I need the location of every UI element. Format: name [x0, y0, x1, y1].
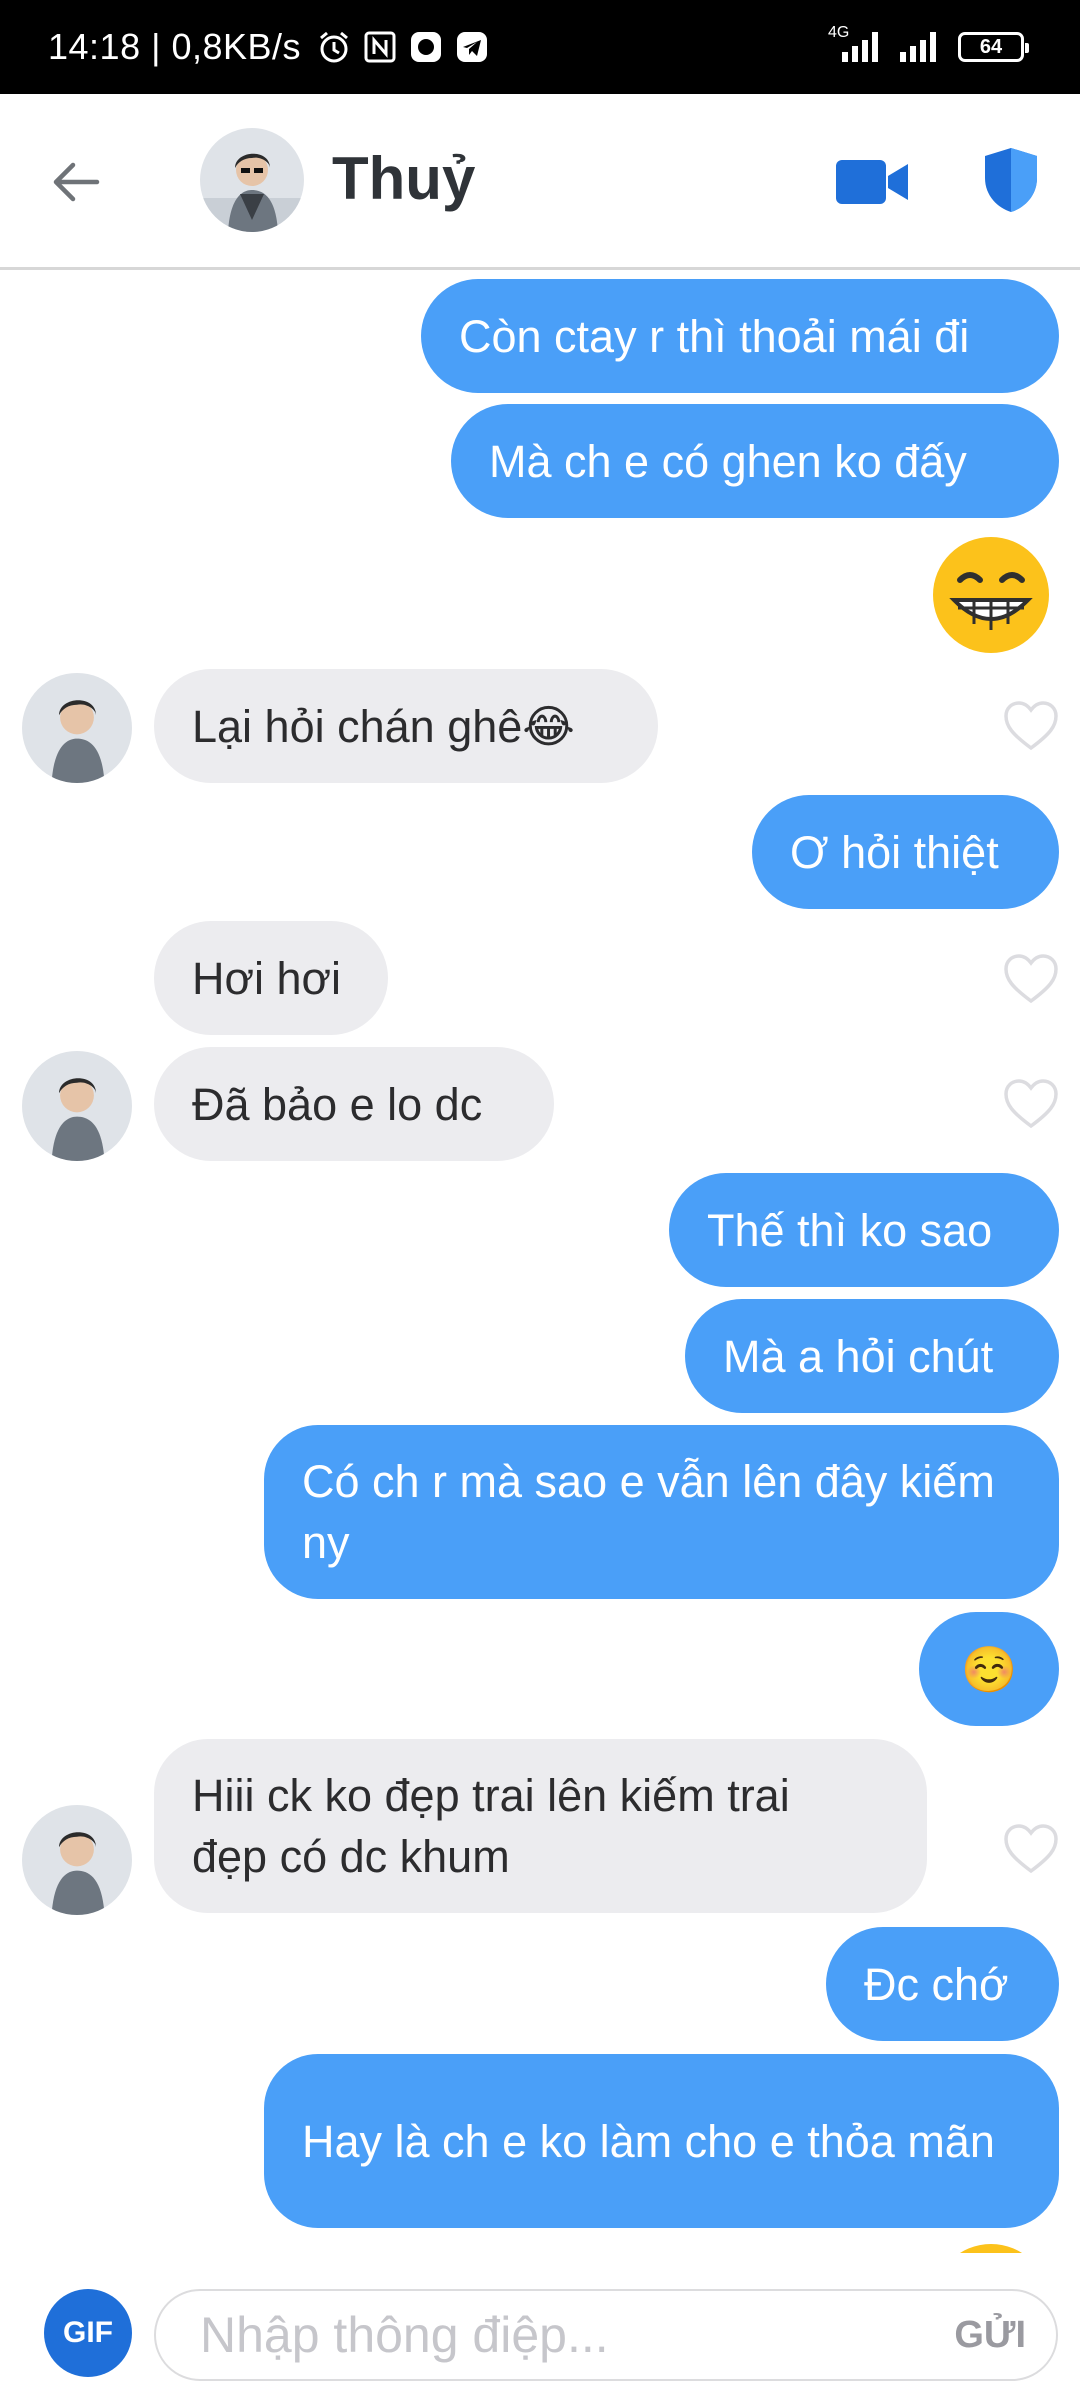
message-composer: GIF Nhập thông điệp... GỬI: [0, 2253, 1080, 2400]
message-bubble-sent[interactable]: ☺️: [919, 1612, 1059, 1726]
video-camera-icon: [836, 160, 908, 204]
network-label: 4G: [828, 24, 850, 41]
message-text: Hay là ch e ko làm cho e thỏa mãn: [302, 2115, 995, 2167]
nfc-icon: [364, 31, 396, 63]
status-time-speed: 14:18 | 0,8KB/s: [48, 26, 302, 67]
message-text: Lại hỏi chán ghê😂: [192, 700, 575, 752]
message-list[interactable]: Còn ctay r thì thoải mái đi Mà ch e có g…: [0, 273, 1080, 2253]
message-text: Mà a hỏi chút: [723, 1330, 994, 1382]
status-right: 4G 64: [828, 0, 1029, 94]
message-text: Có ch r mà sao e vẫn lên đây kiếm ny: [302, 1456, 995, 1568]
contact-avatar[interactable]: [200, 128, 304, 232]
message-bubble-received[interactable]: Lại hỏi chán ghê😂: [154, 669, 658, 783]
back-button[interactable]: [40, 146, 112, 218]
message-placeholder: Nhập thông điệp...: [200, 2307, 609, 2363]
arrow-left-icon: [53, 162, 100, 202]
message-text: Đc chớ: [864, 1958, 1009, 2010]
message-bubble-sent[interactable]: Mà a hỏi chút: [685, 1299, 1059, 1413]
message-bubble-sent[interactable]: Mà ch e có ghen ko đấy: [451, 404, 1059, 518]
message-input[interactable]: Nhập thông điệp... GỬI: [154, 2289, 1058, 2381]
like-heart-icon[interactable]: [1002, 700, 1060, 752]
safety-shield-button[interactable]: [980, 144, 1042, 216]
message-bubble-sent[interactable]: Hay là ch e ko làm cho e thỏa mãn: [264, 2054, 1059, 2228]
status-bar: 14:18 | 0,8KB/s 4G 64: [0, 0, 1080, 94]
gif-button[interactable]: GIF: [44, 2289, 132, 2377]
signal-icon-2: [900, 32, 936, 62]
message-text: ☺️: [960, 1643, 1018, 1695]
message-text: Hơi hơi: [192, 952, 342, 1004]
message-text: Hiii ck ko đẹp trai lên kiếm trai đẹp có…: [192, 1770, 790, 1882]
message-bubble-sent[interactable]: Có ch r mà sao e vẫn lên đây kiếm ny: [264, 1425, 1059, 1599]
message-bubble-sent[interactable]: Ơ hỏi thiệt: [752, 795, 1059, 909]
contact-name[interactable]: Thuỷ: [332, 144, 475, 213]
partial-emoji-icon: [959, 2244, 1023, 2253]
battery-level: 64: [979, 35, 1003, 58]
status-left: 14:18 | 0,8KB/s: [48, 0, 489, 94]
like-heart-icon[interactable]: [1002, 953, 1060, 1005]
message-bubble-sent[interactable]: Còn ctay r thì thoải mái đi: [421, 279, 1059, 393]
chat-header: Thuỷ: [0, 94, 1080, 270]
shield-icon: [985, 148, 1037, 212]
message-text: Ơ hỏi thiệt: [790, 826, 999, 878]
app-icon: [411, 32, 442, 62]
gif-label: GIF: [63, 2316, 113, 2349]
message-bubble-received[interactable]: Đã bảo e lo dc: [154, 1047, 554, 1161]
alarm-icon: [320, 31, 348, 63]
avatar-photo: [22, 1051, 132, 1161]
message-bubble-sent[interactable]: Đc chớ: [826, 1927, 1059, 2041]
send-button[interactable]: GỬI: [954, 2291, 1026, 2379]
contact-avatar-small[interactable]: [22, 673, 132, 783]
message-text: Thế thì ko sao: [707, 1204, 993, 1256]
avatar-photo: [22, 673, 132, 783]
video-call-button[interactable]: [832, 150, 912, 214]
message-bubble-received[interactable]: Hơi hơi: [154, 921, 388, 1035]
avatar-photo: [200, 128, 304, 232]
battery-icon: 64: [958, 32, 1029, 62]
message-text: Mà ch e có ghen ko đấy: [489, 435, 967, 487]
message-text: Đã bảo e lo dc: [192, 1078, 483, 1130]
message-bubble-sent[interactable]: Thế thì ko sao: [669, 1173, 1059, 1287]
contact-avatar-small[interactable]: [22, 1051, 132, 1161]
like-heart-icon[interactable]: [1002, 1823, 1060, 1875]
grinning-face-icon[interactable]: [930, 534, 1052, 656]
message-bubble-received[interactable]: Hiii ck ko đẹp trai lên kiếm trai đẹp có…: [154, 1739, 927, 1913]
avatar-photo: [22, 1805, 132, 1915]
telegram-icon: [457, 32, 488, 62]
message-text: Còn ctay r thì thoải mái đi: [459, 310, 970, 362]
like-heart-icon[interactable]: [1002, 1078, 1060, 1130]
contact-avatar-small[interactable]: [22, 1805, 132, 1915]
